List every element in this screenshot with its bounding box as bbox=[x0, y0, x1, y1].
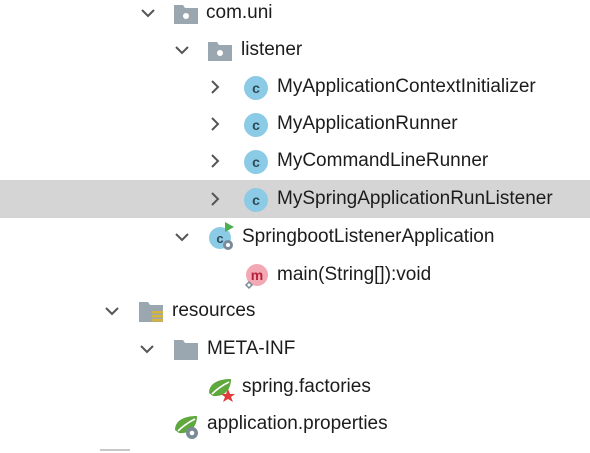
svg-text:m: m bbox=[251, 267, 263, 283]
chevron-down-icon[interactable] bbox=[174, 229, 190, 245]
tree-item-label: MySpringApplicationRunListener bbox=[277, 188, 553, 209]
svg-text:c: c bbox=[252, 154, 260, 170]
chevron-right-icon[interactable] bbox=[207, 153, 223, 169]
tree-row-resources[interactable]: resources bbox=[0, 292, 590, 330]
tree-row-class[interactable]: c MyApplicationRunner bbox=[0, 105, 590, 143]
chevron-right-icon[interactable] bbox=[207, 79, 223, 95]
resources-folder-icon bbox=[138, 299, 164, 325]
tree-row-meta-inf[interactable]: META-INF bbox=[0, 330, 590, 368]
package-folder-icon bbox=[207, 38, 233, 64]
tree-row-file[interactable]: application.properties bbox=[0, 405, 590, 443]
package-folder-icon bbox=[173, 1, 199, 27]
tree-item-label: main(String[]):void bbox=[277, 264, 432, 285]
tree-item-label: spring.factories bbox=[242, 376, 371, 397]
spring-properties-icon bbox=[173, 412, 199, 439]
divider bbox=[100, 449, 130, 451]
project-tree: com.uni listener c MyApplicationContextI… bbox=[0, 0, 590, 453]
method-icon: m bbox=[243, 263, 269, 290]
svg-text:c: c bbox=[252, 192, 260, 208]
class-icon: c bbox=[243, 187, 269, 213]
tree-row-class[interactable]: c MyCommandLineRunner bbox=[0, 142, 590, 180]
chevron-down-icon[interactable] bbox=[174, 42, 190, 58]
tree-row-com-uni[interactable]: com.uni bbox=[0, 0, 590, 32]
tree-item-label: MyApplicationContextInitializer bbox=[277, 76, 536, 97]
chevron-down-icon[interactable] bbox=[139, 341, 155, 357]
tree-row-listener[interactable]: listener bbox=[0, 31, 590, 69]
chevron-down-icon[interactable] bbox=[140, 5, 156, 21]
svg-text:c: c bbox=[216, 231, 223, 246]
tree-row-spring-boot-app[interactable]: c SpringbootListenerApplication bbox=[0, 218, 590, 256]
tree-item-label: MyApplicationRunner bbox=[277, 113, 458, 134]
tree-item-label: com.uni bbox=[206, 2, 273, 23]
folder-icon bbox=[173, 337, 199, 363]
tree-item-label: application.properties bbox=[207, 413, 388, 434]
tree-item-label: SpringbootListenerApplication bbox=[242, 226, 495, 247]
spring-boot-app-class-icon: c bbox=[208, 222, 234, 251]
spring-factories-icon bbox=[207, 375, 235, 402]
chevron-right-icon[interactable] bbox=[207, 191, 223, 207]
tree-row-class-selected[interactable]: c MySpringApplicationRunListener bbox=[0, 180, 590, 218]
tree-item-label: MyCommandLineRunner bbox=[277, 150, 489, 171]
class-icon: c bbox=[243, 149, 269, 175]
tree-row-file[interactable]: spring.factories bbox=[0, 368, 590, 406]
chevron-right-icon[interactable] bbox=[207, 116, 223, 132]
class-icon: c bbox=[243, 75, 269, 101]
tree-item-label: resources bbox=[172, 300, 256, 321]
tree-row-method[interactable]: m main(String[]):void bbox=[0, 256, 590, 294]
svg-text:c: c bbox=[252, 80, 260, 96]
tree-row-class[interactable]: c MyApplicationContextInitializer bbox=[0, 68, 590, 106]
class-icon: c bbox=[243, 112, 269, 138]
svg-text:c: c bbox=[252, 117, 260, 133]
chevron-down-icon[interactable] bbox=[104, 303, 120, 319]
tree-item-label: META-INF bbox=[207, 338, 296, 359]
tree-item-label: listener bbox=[241, 39, 303, 60]
